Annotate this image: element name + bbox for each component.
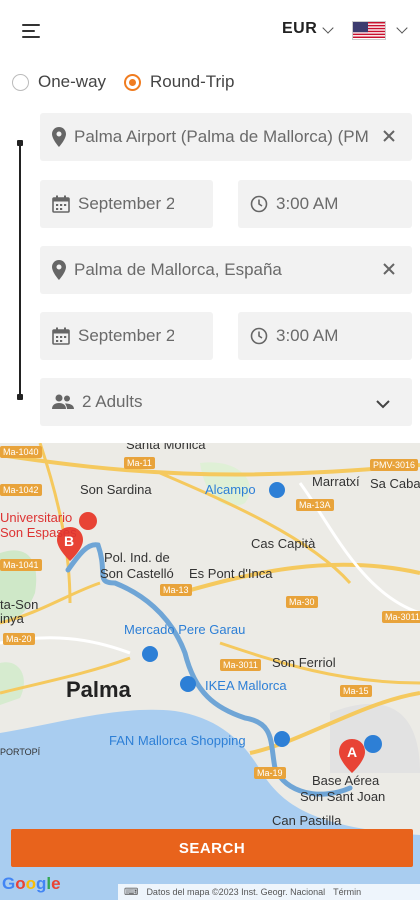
dropoff-time-text: 3:00 AM xyxy=(276,326,339,345)
map-label: IKEA Mallorca xyxy=(205,678,287,693)
map-label: Mercado Pere Garau xyxy=(124,622,246,637)
map-label: Son Sardina xyxy=(80,482,152,497)
one-way-radio[interactable] xyxy=(12,73,29,91)
chevron-down-icon[interactable] xyxy=(396,22,408,34)
one-way-label: One-way xyxy=(38,72,107,91)
chevron-down-icon[interactable] xyxy=(322,22,334,34)
marker-a-label[interactable]: A xyxy=(347,744,357,760)
map-label: Son Ferriol xyxy=(272,655,336,670)
map-label: Cas Capità xyxy=(251,536,316,551)
map-label: Alcampo xyxy=(205,482,256,497)
calendar-icon xyxy=(52,195,70,213)
search-button-label: SEARCH xyxy=(178,839,246,857)
one-way-option[interactable]: One-way xyxy=(12,70,106,94)
clear-dropoff-icon[interactable] xyxy=(380,260,398,278)
road-badge: Ma-13A xyxy=(296,499,334,511)
map-label: Pol. Ind. de xyxy=(104,550,170,565)
road-badge: Ma-20 xyxy=(3,633,35,645)
keyboard-icon[interactable]: ⌨ xyxy=(124,887,138,898)
marker-b-label[interactable]: B xyxy=(64,533,74,549)
map-attribution: ⌨ Datos del mapa ©2023 Inst. Geogr. Naci… xyxy=(118,884,420,900)
road-badge: Ma-13 xyxy=(160,584,192,596)
map-label: PORTOPÍ xyxy=(0,747,41,757)
road-badge: Ma-15 xyxy=(340,685,372,697)
road-badge: Ma-19 xyxy=(254,767,286,779)
round-trip-option[interactable]: Round-Trip xyxy=(124,70,234,94)
road-badge: Ma-11 xyxy=(124,457,155,469)
location-pin-icon xyxy=(52,260,66,280)
clock-icon xyxy=(250,195,268,213)
dropoff-date-text: September 2 xyxy=(78,326,174,345)
attribution-text: Datos del mapa ©2023 Inst. Geogr. Nacion… xyxy=(146,887,326,897)
dropoff-location-text: Palma de Mallorca, España xyxy=(74,260,282,279)
map-label: Son Sant Joan xyxy=(300,789,386,804)
timeline-start-dot xyxy=(17,140,23,146)
menu-icon[interactable] xyxy=(22,24,42,40)
map-label: Es Pont d'Inca xyxy=(189,566,273,581)
road-badge: Ma-1042 xyxy=(0,484,42,496)
map-label: Sa Cabana xyxy=(370,476,420,491)
timeline-line xyxy=(19,143,21,397)
map-label: Universitario xyxy=(0,510,73,525)
clock-icon xyxy=(250,327,268,345)
people-icon xyxy=(52,394,74,410)
map-label: Can Pastilla xyxy=(272,813,342,828)
google-logo: Google xyxy=(2,874,61,893)
road-badge: Ma-1040 xyxy=(0,446,42,458)
map-label: inya xyxy=(0,611,24,626)
dropoff-location-field[interactable]: Palma de Mallorca, España xyxy=(40,246,412,294)
top-bar: EUR xyxy=(0,0,420,62)
search-button[interactable]: SEARCH xyxy=(11,829,413,867)
pickup-date-field[interactable]: September 2 xyxy=(40,180,213,228)
road-badge: PMV-3016 xyxy=(370,459,419,471)
timeline-end-dot xyxy=(17,394,23,400)
location-pin-icon xyxy=(52,127,66,147)
round-trip-label: Round-Trip xyxy=(150,72,235,91)
dropoff-date-field[interactable]: September 2 xyxy=(40,312,213,360)
currency-label: EUR xyxy=(282,20,318,37)
map-label: Santa Mònica xyxy=(126,443,206,452)
currency-selector[interactable]: EUR xyxy=(282,20,317,38)
map-city-label: Palma xyxy=(66,677,131,702)
pickup-location-field[interactable]: Palma Airport (Palma de Mallorca) (PMI) xyxy=(40,113,412,161)
round-trip-radio[interactable] xyxy=(124,73,141,91)
road-badge: Ma-3011 xyxy=(382,611,420,623)
pickup-date-text: September 2 xyxy=(78,194,174,213)
us-flag-icon[interactable] xyxy=(352,21,386,40)
pickup-location-text: Palma Airport (Palma de Mallorca) (PMI) xyxy=(74,127,370,146)
road-badge: Ma-3011 xyxy=(220,659,261,671)
map-label: Son Castelló xyxy=(100,566,174,581)
pickup-time-text: 3:00 AM xyxy=(276,194,339,213)
road-badge: Ma-30 xyxy=(286,596,318,608)
calendar-icon xyxy=(52,327,70,345)
road-badge: Ma-1041 xyxy=(0,559,42,571)
passengers-text: 2 Adults xyxy=(82,392,143,411)
chevron-down-icon xyxy=(376,394,390,414)
pickup-time-field[interactable]: 3:00 AM xyxy=(238,180,412,228)
dropoff-time-field[interactable]: 3:00 AM xyxy=(238,312,412,360)
map-label: ta-Son xyxy=(0,597,39,612)
map-label: Base Aérea xyxy=(312,773,380,788)
map-label: FAN Mallorca Shopping xyxy=(109,733,246,748)
passengers-select[interactable]: 2 Adults xyxy=(40,378,412,426)
clear-pickup-icon[interactable] xyxy=(380,127,398,145)
map-label: Marratxí xyxy=(312,474,360,489)
terms-link[interactable]: Términ xyxy=(333,887,361,897)
